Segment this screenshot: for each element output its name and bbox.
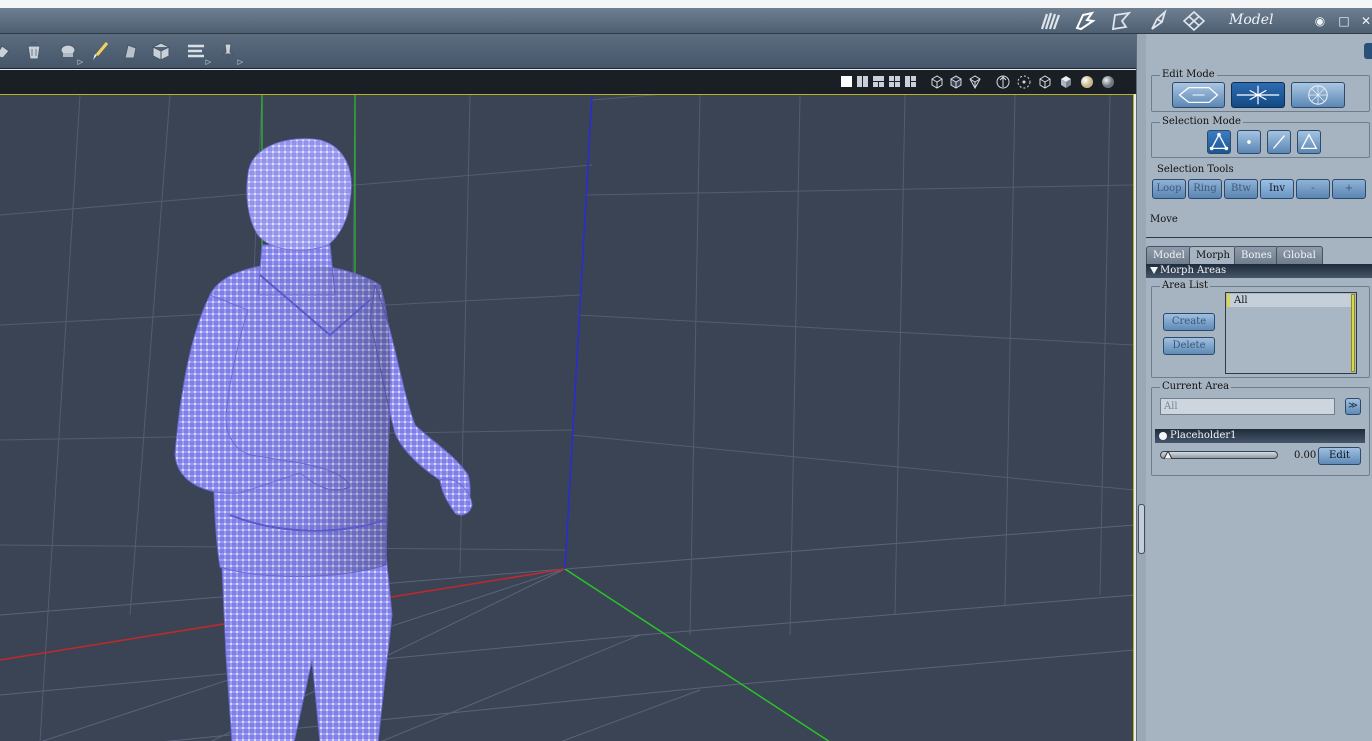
cube-tool-icon[interactable] <box>150 40 172 62</box>
smooth-tool-icon[interactable]: ▷ <box>57 40 83 66</box>
magnet-tool-icon[interactable] <box>120 40 142 62</box>
delete-area-button[interactable]: Delete <box>1163 337 1215 355</box>
sculpt-edit-icon <box>1308 85 1328 105</box>
four-view-icon[interactable] <box>888 75 902 89</box>
texture-room-icon[interactable] <box>1181 9 1207 33</box>
properties-panel: Edit Mode Selection Mode Selection Tools… <box>1146 34 1372 741</box>
area-list-title: Area List <box>1160 280 1211 291</box>
panel-top-bar <box>1146 34 1372 66</box>
visibility-icon[interactable]: ◉ <box>1312 13 1328 29</box>
grow-selection-button[interactable]: + <box>1332 179 1366 199</box>
current-area-dropdown-button[interactable]: ≫ <box>1345 398 1361 415</box>
rig-room-icon[interactable] <box>1108 9 1134 33</box>
shrink-selection-button[interactable]: - <box>1296 179 1330 199</box>
tab-model[interactable]: Model <box>1146 246 1192 264</box>
collapse-triangle-icon <box>1150 267 1158 274</box>
mesh-edit-button[interactable] <box>1172 82 1225 108</box>
morph-edit-icon <box>1236 85 1280 105</box>
loop-button[interactable]: Loop <box>1152 179 1186 199</box>
tab-morph[interactable]: Morph <box>1189 246 1237 265</box>
morph-edit-button[interactable]: Edit <box>1318 447 1361 465</box>
current-area-title: Current Area <box>1160 381 1232 392</box>
tab-global[interactable]: Global <box>1276 246 1323 264</box>
morph-value: 0.00 <box>1294 450 1317 461</box>
edit-mode-group: Edit Mode <box>1151 69 1370 112</box>
invert-button[interactable]: Inv <box>1260 179 1294 199</box>
axis-icon[interactable] <box>996 75 1010 89</box>
lit-wire-mode-icon[interactable] <box>968 75 982 90</box>
quad-view-icon[interactable] <box>904 75 918 89</box>
grab-tool-icon[interactable] <box>0 40 14 62</box>
selection-mode-group: Selection Mode <box>1151 116 1370 158</box>
face-select-icon <box>1300 133 1318 150</box>
cube-shaded-icon[interactable] <box>1059 75 1073 89</box>
sculpt-edit-button[interactable] <box>1291 82 1345 108</box>
two-view-icon[interactable] <box>856 75 870 89</box>
selection-tools-row: Loop Ring Btw Inv - + <box>1152 179 1372 199</box>
figure-mesh[interactable] <box>174 138 473 741</box>
viewport-scene <box>0 95 1133 741</box>
wireframe-mode-icon[interactable] <box>930 75 944 89</box>
face-select-button[interactable] <box>1297 130 1321 154</box>
morph-edit-button[interactable] <box>1231 82 1285 108</box>
morph-areas-title: Morph Areas <box>1160 265 1227 276</box>
single-view-icon[interactable] <box>840 75 854 89</box>
selection-tools-title: Selection Tools <box>1157 164 1234 175</box>
morph-areas-header[interactable]: Morph Areas <box>1146 264 1372 278</box>
panel-collapse-button[interactable] <box>1364 43 1372 59</box>
panel-splitter[interactable] <box>1136 34 1146 741</box>
three-view-icon[interactable] <box>872 75 886 89</box>
vertex-select-icon <box>1209 132 1229 151</box>
cube-wire-icon[interactable] <box>1038 75 1052 89</box>
area-list-scrollbar[interactable] <box>1351 294 1355 372</box>
area-list-box[interactable]: All <box>1225 292 1357 374</box>
trash-tool-icon[interactable] <box>23 40 45 62</box>
edge-select-icon <box>1273 135 1285 149</box>
ring-button[interactable]: Ring <box>1188 179 1222 199</box>
hair-room-icon[interactable] <box>1038 9 1064 33</box>
brush-tool-icon[interactable] <box>89 40 111 62</box>
panel-divider <box>1146 237 1372 239</box>
3d-viewport[interactable] <box>0 94 1134 741</box>
close-button[interactable]: ✕ <box>1358 13 1372 29</box>
hidden-line-mode-icon[interactable] <box>949 75 963 89</box>
room-title: Model <box>1229 12 1274 28</box>
cloth-room-icon[interactable] <box>1072 9 1098 33</box>
panel-tabs: Model Morph Bones Global <box>1146 246 1372 265</box>
edge-select-button[interactable] <box>1267 130 1291 154</box>
texture-shaded-icon[interactable] <box>1101 75 1115 89</box>
mesh-edit-icon <box>1178 86 1219 104</box>
tool-bar: ▷ ▷ ▷ <box>0 34 1136 69</box>
list-item[interactable]: All <box>1227 294 1351 307</box>
slider-thumb-icon[interactable] <box>1164 451 1172 459</box>
create-area-button[interactable]: Create <box>1163 313 1215 331</box>
selection-mode-title: Selection Mode <box>1160 116 1243 127</box>
current-area-field[interactable]: All <box>1160 398 1335 415</box>
tab-bones[interactable]: Bones <box>1234 246 1279 264</box>
morph-row[interactable]: Placeholder1 <box>1155 429 1365 443</box>
morph-bullet-icon <box>1159 432 1167 440</box>
smooth-shaded-icon[interactable] <box>1080 75 1094 89</box>
morph-name: Placeholder1 <box>1170 430 1237 441</box>
model-room-icon[interactable] <box>1146 9 1172 33</box>
point-select-button[interactable] <box>1237 130 1261 154</box>
maximize-button[interactable]: □ <box>1336 13 1352 29</box>
viewport-header <box>0 70 1136 94</box>
splitter-handle[interactable] <box>1138 504 1145 554</box>
wall-grid <box>0 95 1133 741</box>
vertex-select-button[interactable] <box>1207 130 1231 154</box>
tape-tool-icon[interactable]: ▷ <box>185 40 211 66</box>
status-label: Move <box>1150 214 1178 225</box>
window-top-strip <box>0 0 1372 8</box>
pin-tool-icon[interactable]: ▷ <box>217 40 243 66</box>
morph-slider[interactable] <box>1160 451 1278 459</box>
between-button[interactable]: Btw <box>1224 179 1258 199</box>
bounding-box-icon[interactable] <box>1017 75 1031 89</box>
edit-mode-title: Edit Mode <box>1160 69 1217 80</box>
point-select-icon <box>1247 140 1251 144</box>
room-bar: Model ◉ □ ✕ <box>0 8 1372 34</box>
